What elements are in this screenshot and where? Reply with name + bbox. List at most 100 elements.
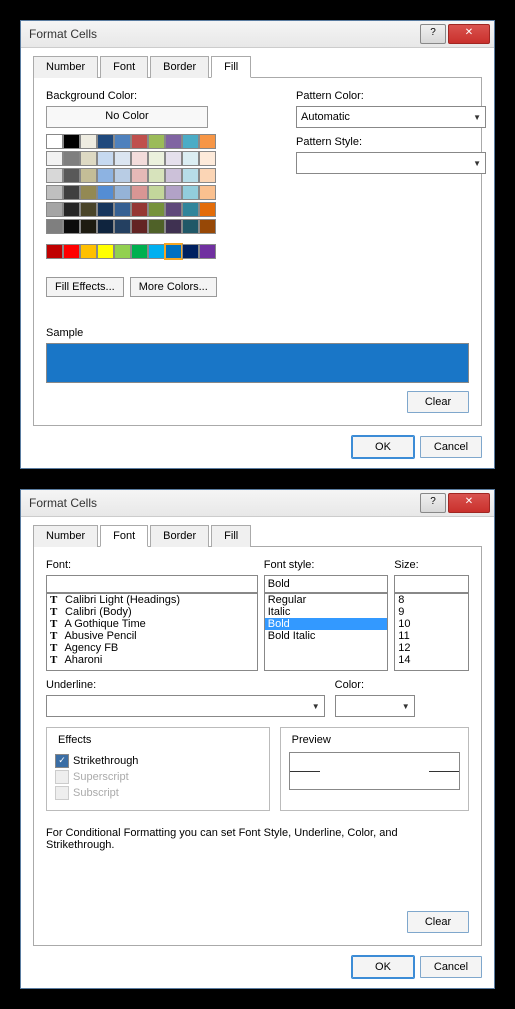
fill-effects-button[interactable]: Fill Effects... (46, 277, 124, 297)
color-swatch[interactable] (80, 219, 97, 234)
color-swatch[interactable] (114, 134, 131, 149)
more-colors-button[interactable]: More Colors... (130, 277, 217, 297)
strikethrough-checkbox[interactable]: ✓ (55, 754, 69, 768)
color-swatch[interactable] (131, 202, 148, 217)
color-swatch[interactable] (63, 185, 80, 200)
clear-button[interactable]: Clear (407, 911, 469, 933)
color-swatch[interactable] (199, 244, 216, 259)
color-swatch[interactable] (148, 244, 165, 259)
color-swatch[interactable] (165, 151, 182, 166)
color-swatch[interactable] (182, 151, 199, 166)
color-swatch[interactable] (63, 219, 80, 234)
color-swatch[interactable] (97, 244, 114, 259)
color-swatch[interactable] (80, 168, 97, 183)
color-swatch[interactable] (46, 219, 63, 234)
tab-font[interactable]: Font (100, 56, 148, 78)
color-swatch[interactable] (131, 219, 148, 234)
underline-dropdown[interactable]: ▼ (46, 695, 325, 717)
color-swatch[interactable] (114, 244, 131, 259)
color-swatch[interactable] (97, 168, 114, 183)
color-swatch[interactable] (165, 134, 182, 149)
color-swatch[interactable] (131, 244, 148, 259)
color-swatch[interactable] (114, 185, 131, 200)
color-swatch[interactable] (148, 168, 165, 183)
color-swatch[interactable] (182, 168, 199, 183)
color-swatch[interactable] (165, 244, 182, 259)
color-swatch[interactable] (199, 219, 216, 234)
no-color-button[interactable]: No Color (46, 106, 208, 128)
size-listbox[interactable]: 8910111214 (394, 593, 469, 671)
size-list-item[interactable]: 10 (395, 618, 468, 630)
color-swatch[interactable] (114, 168, 131, 183)
cancel-button[interactable]: Cancel (420, 436, 482, 458)
size-list-item[interactable]: 12 (395, 642, 468, 654)
style-list-item[interactable]: Bold Italic (265, 630, 388, 642)
tab-fill[interactable]: Fill (211, 525, 251, 547)
color-swatch[interactable] (63, 134, 80, 149)
color-dropdown[interactable]: ▼ (335, 695, 415, 717)
tab-border[interactable]: Border (150, 56, 209, 78)
size-list-item[interactable]: 9 (395, 606, 468, 618)
color-swatch[interactable] (63, 151, 80, 166)
color-swatch[interactable] (148, 185, 165, 200)
font-list-item[interactable]: T Calibri (Body) (47, 606, 257, 618)
font-list-item[interactable]: T A Gothique Time (47, 618, 257, 630)
color-swatch[interactable] (131, 185, 148, 200)
font-style-listbox[interactable]: RegularItalicBoldBold Italic (264, 593, 389, 671)
help-button[interactable]: ? (420, 493, 446, 513)
color-swatch[interactable] (199, 134, 216, 149)
help-button[interactable]: ? (420, 24, 446, 44)
font-list-item[interactable]: T Abusive Pencil (47, 630, 257, 642)
color-swatch[interactable] (80, 134, 97, 149)
font-list-item[interactable]: T Aharoni (47, 654, 257, 666)
color-swatch[interactable] (182, 219, 199, 234)
color-swatch[interactable] (165, 202, 182, 217)
color-swatch[interactable] (46, 151, 63, 166)
color-swatch[interactable] (80, 244, 97, 259)
color-swatch[interactable] (114, 202, 131, 217)
color-swatch[interactable] (148, 219, 165, 234)
tab-border[interactable]: Border (150, 525, 209, 547)
color-swatch[interactable] (199, 151, 216, 166)
pattern-color-dropdown[interactable]: Automatic ▼ (296, 106, 486, 128)
color-swatch[interactable] (131, 168, 148, 183)
color-swatch[interactable] (97, 219, 114, 234)
color-swatch[interactable] (148, 151, 165, 166)
color-swatch[interactable] (199, 185, 216, 200)
color-swatch[interactable] (165, 168, 182, 183)
font-listbox[interactable]: T Calibri Light (Headings)T Calibri (Bod… (46, 593, 258, 671)
color-swatch[interactable] (80, 202, 97, 217)
size-list-item[interactable]: 11 (395, 630, 468, 642)
color-swatch[interactable] (97, 202, 114, 217)
color-swatch[interactable] (165, 219, 182, 234)
color-swatch[interactable] (182, 202, 199, 217)
color-swatch[interactable] (182, 134, 199, 149)
ok-button[interactable]: OK (352, 436, 414, 458)
tab-fill[interactable]: Fill (211, 56, 251, 78)
color-swatch[interactable] (80, 151, 97, 166)
color-swatch[interactable] (46, 244, 63, 259)
color-swatch[interactable] (80, 185, 97, 200)
color-swatch[interactable] (148, 134, 165, 149)
color-swatch[interactable] (63, 202, 80, 217)
color-swatch[interactable] (46, 134, 63, 149)
tab-number[interactable]: Number (33, 56, 98, 78)
color-swatch[interactable] (63, 244, 80, 259)
style-list-item[interactable]: Bold (265, 618, 388, 630)
color-swatch[interactable] (148, 202, 165, 217)
font-style-input[interactable] (264, 575, 389, 593)
size-list-item[interactable]: 14 (395, 654, 468, 666)
clear-button[interactable]: Clear (407, 391, 469, 413)
font-list-item[interactable]: T Agency FB (47, 642, 257, 654)
ok-button[interactable]: OK (352, 956, 414, 978)
color-swatch[interactable] (131, 134, 148, 149)
color-swatch[interactable] (182, 185, 199, 200)
close-button[interactable]: ✕ (448, 24, 490, 44)
style-list-item[interactable]: Italic (265, 606, 388, 618)
color-swatch[interactable] (114, 219, 131, 234)
size-input[interactable] (394, 575, 469, 593)
tab-font[interactable]: Font (100, 525, 148, 547)
color-swatch[interactable] (114, 151, 131, 166)
font-list-item[interactable]: T Calibri Light (Headings) (47, 594, 257, 606)
font-input[interactable] (46, 575, 258, 593)
